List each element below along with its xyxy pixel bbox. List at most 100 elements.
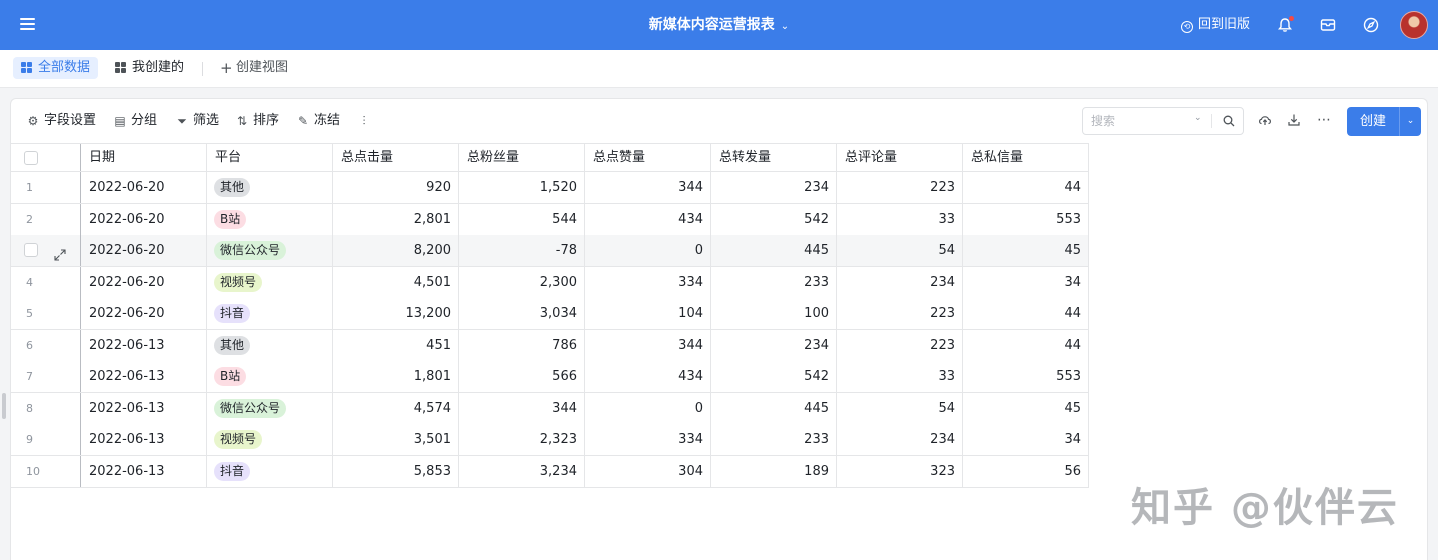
cell-dms[interactable]: 44 xyxy=(963,298,1089,329)
back-to-old-version-button[interactable]: ⟲ 回到旧版 xyxy=(1181,0,1250,50)
view-tab-all-data[interactable]: 全部数据 xyxy=(13,57,99,79)
table-row[interactable]: 2 2022-06-20 B站 2,801 544 434 542 33 553 xyxy=(11,203,1089,236)
cell-fans[interactable]: 3,234 xyxy=(459,455,585,487)
cell-likes[interactable]: 304 xyxy=(585,455,711,487)
table-row[interactable]: 1 2022-06-20 其他 920 1,520 344 234 223 44 xyxy=(11,172,1089,204)
cell-comments[interactable]: 323 xyxy=(837,455,963,487)
create-view-button[interactable]: + 创建视图 xyxy=(212,57,296,79)
cell-platform[interactable]: 其他 xyxy=(207,172,333,203)
sidebar-resize-handle[interactable] xyxy=(2,393,6,419)
cell-likes[interactable]: 0 xyxy=(585,235,711,266)
cell-shares[interactable]: 234 xyxy=(711,172,837,203)
cell-comments[interactable]: 33 xyxy=(837,361,963,392)
cell-comments[interactable]: 223 xyxy=(837,298,963,329)
cell-shares[interactable]: 445 xyxy=(711,235,837,266)
cell-dms[interactable]: 44 xyxy=(963,172,1089,203)
group-button[interactable]: ▤ 分组 xyxy=(113,111,157,131)
cell-date[interactable]: 2022-06-20 xyxy=(81,266,207,298)
cell-clicks[interactable]: 4,574 xyxy=(333,392,459,424)
column-header[interactable]: 总转发量 xyxy=(711,144,837,171)
cell-dms[interactable]: 45 xyxy=(963,235,1089,266)
cell-clicks[interactable]: 3,501 xyxy=(333,424,459,455)
view-tab-created-by-me[interactable]: 我创建的 xyxy=(107,57,192,79)
cell-date[interactable]: 2022-06-13 xyxy=(81,392,207,424)
cell-clicks[interactable]: 4,501 xyxy=(333,266,459,298)
expand-icon[interactable] xyxy=(53,243,67,261)
cell-dms[interactable]: 553 xyxy=(963,203,1089,235)
cell-clicks[interactable]: 8,200 xyxy=(333,235,459,266)
cell-fans[interactable]: 2,323 xyxy=(459,424,585,455)
table-row[interactable]: 2022-06-20 微信公众号 8,200 -78 0 445 54 45 xyxy=(11,235,1089,267)
column-header[interactable]: 总私信量 xyxy=(963,144,1089,171)
cell-shares[interactable]: 100 xyxy=(711,298,837,329)
cell-date[interactable]: 2022-06-13 xyxy=(81,424,207,455)
cell-likes[interactable]: 344 xyxy=(585,329,711,361)
cell-platform[interactable]: 微信公众号 xyxy=(207,235,333,266)
app-title[interactable]: 新媒体内容运营报表 ⌄ xyxy=(649,17,789,33)
cell-shares[interactable]: 233 xyxy=(711,424,837,455)
inbox-icon[interactable] xyxy=(1319,16,1337,34)
create-dropdown-chevron-icon[interactable]: ⌄ xyxy=(1400,107,1421,136)
column-header[interactable]: 总粉丝量 xyxy=(459,144,585,171)
cell-platform[interactable]: B站 xyxy=(207,203,333,235)
cell-shares[interactable]: 233 xyxy=(711,266,837,298)
bell-icon[interactable] xyxy=(1276,16,1294,34)
create-button[interactable]: 创建 xyxy=(1347,107,1399,136)
cell-likes[interactable]: 334 xyxy=(585,424,711,455)
cell-shares[interactable]: 189 xyxy=(711,455,837,487)
cell-dms[interactable]: 45 xyxy=(963,392,1089,424)
avatar[interactable] xyxy=(1400,11,1428,39)
cell-platform[interactable]: 视频号 xyxy=(207,266,333,298)
cell-fans[interactable]: 1,520 xyxy=(459,172,585,203)
cell-likes[interactable]: 104 xyxy=(585,298,711,329)
cell-shares[interactable]: 445 xyxy=(711,392,837,424)
cell-clicks[interactable]: 451 xyxy=(333,329,459,361)
compass-icon[interactable] xyxy=(1362,16,1380,34)
cell-comments[interactable]: 54 xyxy=(837,392,963,424)
cell-date[interactable]: 2022-06-20 xyxy=(81,298,207,329)
cell-dms[interactable]: 44 xyxy=(963,329,1089,361)
upload-icon[interactable] xyxy=(1257,112,1273,128)
cell-comments[interactable]: 54 xyxy=(837,235,963,266)
cell-platform[interactable]: 抖音 xyxy=(207,455,333,487)
cell-platform[interactable]: 微信公众号 xyxy=(207,392,333,424)
filter-button[interactable]: ⏷ 筛选 xyxy=(175,111,219,131)
cell-dms[interactable]: 34 xyxy=(963,424,1089,455)
cell-date[interactable]: 2022-06-13 xyxy=(81,361,207,392)
cell-fans[interactable]: 544 xyxy=(459,203,585,235)
cell-platform[interactable]: 抖音 xyxy=(207,298,333,329)
table-row[interactable]: 9 2022-06-13 视频号 3,501 2,323 334 233 234 34 xyxy=(11,424,1089,456)
cell-clicks[interactable]: 920 xyxy=(333,172,459,203)
column-header[interactable]: 总点击量 xyxy=(333,144,459,171)
menu-icon[interactable] xyxy=(20,18,35,30)
table-row[interactable]: 5 2022-06-20 抖音 13,200 3,034 104 100 223 44 xyxy=(11,298,1089,330)
cell-shares[interactable]: 542 xyxy=(711,361,837,392)
cell-fans[interactable]: 2,300 xyxy=(459,266,585,298)
table-row[interactable]: 8 2022-06-13 微信公众号 4,574 344 0 445 54 45 xyxy=(11,392,1089,425)
chevron-down-icon[interactable]: ⌄ xyxy=(1194,113,1202,123)
search-input[interactable] xyxy=(1091,112,1191,130)
table-row[interactable]: 7 2022-06-13 B站 1,801 566 434 542 33 553 xyxy=(11,361,1089,393)
cell-comments[interactable]: 223 xyxy=(837,172,963,203)
column-header[interactable]: 总评论量 xyxy=(837,144,963,171)
cell-fans[interactable]: 3,034 xyxy=(459,298,585,329)
field-settings-button[interactable]: ⚙ 字段设置 xyxy=(26,111,96,131)
cell-fans[interactable]: 344 xyxy=(459,392,585,424)
cell-fans[interactable]: 786 xyxy=(459,329,585,361)
search-icon[interactable] xyxy=(1223,115,1235,127)
cell-comments[interactable]: 234 xyxy=(837,424,963,455)
column-header[interactable]: 总点赞量 xyxy=(585,144,711,171)
more-icon[interactable]: ⋯ xyxy=(1316,112,1332,128)
cell-likes[interactable]: 334 xyxy=(585,266,711,298)
cell-dms[interactable]: 56 xyxy=(963,455,1089,487)
freeze-button[interactable]: ✎ 冻结 xyxy=(296,111,340,131)
cell-dms[interactable]: 553 xyxy=(963,361,1089,392)
cell-shares[interactable]: 234 xyxy=(711,329,837,361)
cell-likes[interactable]: 0 xyxy=(585,392,711,424)
cell-likes[interactable]: 434 xyxy=(585,361,711,392)
cell-comments[interactable]: 33 xyxy=(837,203,963,235)
cell-shares[interactable]: 542 xyxy=(711,203,837,235)
cell-comments[interactable]: 234 xyxy=(837,266,963,298)
cell-dms[interactable]: 34 xyxy=(963,266,1089,298)
cell-date[interactable]: 2022-06-13 xyxy=(81,455,207,487)
